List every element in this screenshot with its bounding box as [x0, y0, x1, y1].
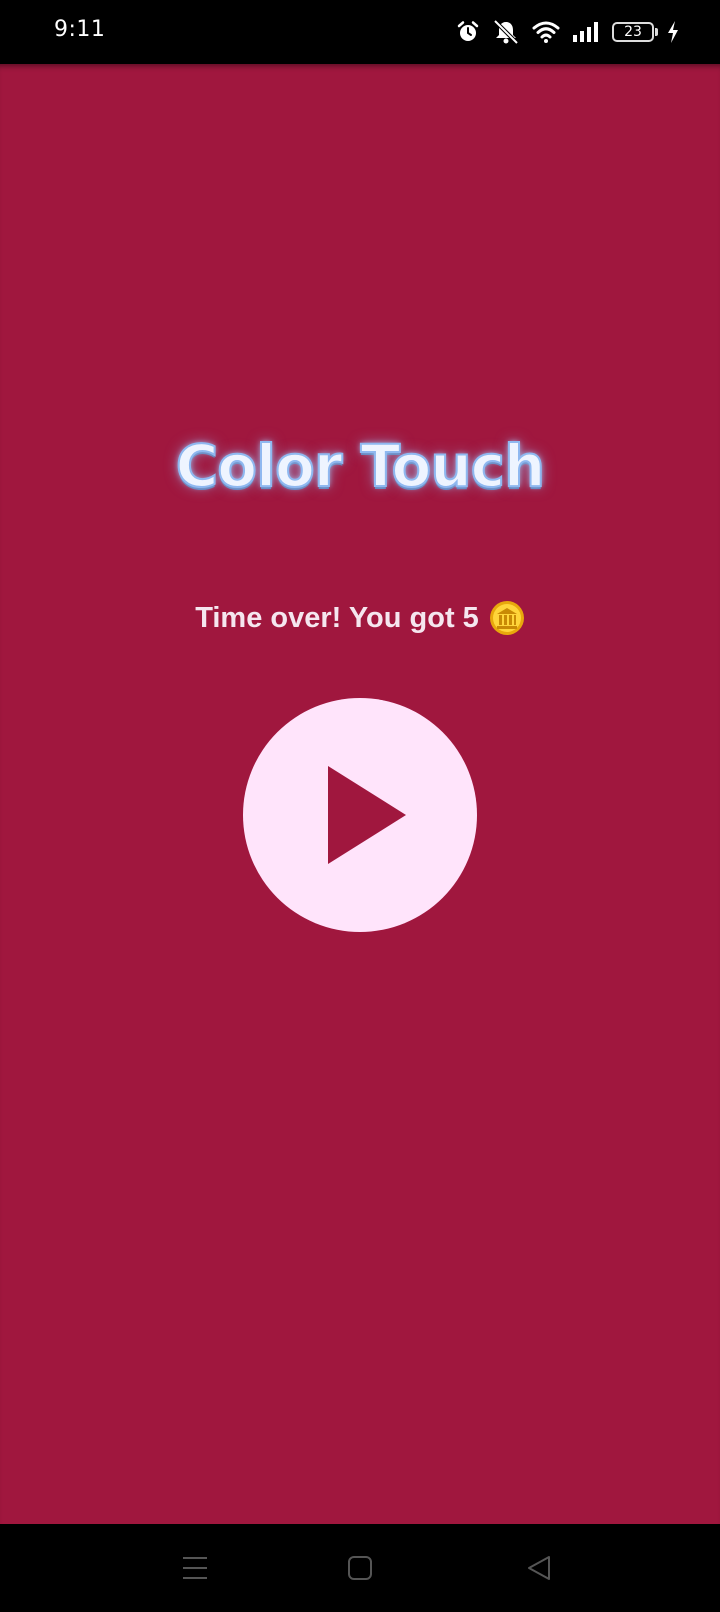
coin-icon — [489, 600, 525, 636]
signal-icon — [572, 21, 600, 43]
play-button[interactable] — [243, 698, 477, 932]
home-icon — [348, 1556, 372, 1580]
result-text: Time over! You got 5 — [195, 601, 479, 634]
status-time: 9:11 — [54, 17, 106, 42]
status-bar: 9:11 23 — [0, 0, 720, 64]
game-screen: Color Touch Time over! You got 5 — [0, 64, 720, 1524]
play-icon — [328, 766, 406, 864]
home-button[interactable] — [338, 1546, 382, 1590]
back-button[interactable] — [517, 1546, 561, 1590]
app-title: Color Touch — [175, 431, 547, 501]
navigation-bar — [0, 1524, 720, 1612]
notifications-off-icon — [492, 19, 520, 45]
wifi-icon — [532, 20, 560, 44]
alarm-icon — [456, 20, 480, 44]
menu-button[interactable] — [173, 1546, 217, 1590]
menu-icon — [183, 1557, 207, 1579]
battery-icon: 23 — [612, 22, 658, 42]
charging-icon — [666, 20, 680, 44]
back-icon — [528, 1556, 550, 1580]
result-message: Time over! You got 5 — [0, 600, 720, 636]
status-icons: 23 — [456, 18, 680, 46]
